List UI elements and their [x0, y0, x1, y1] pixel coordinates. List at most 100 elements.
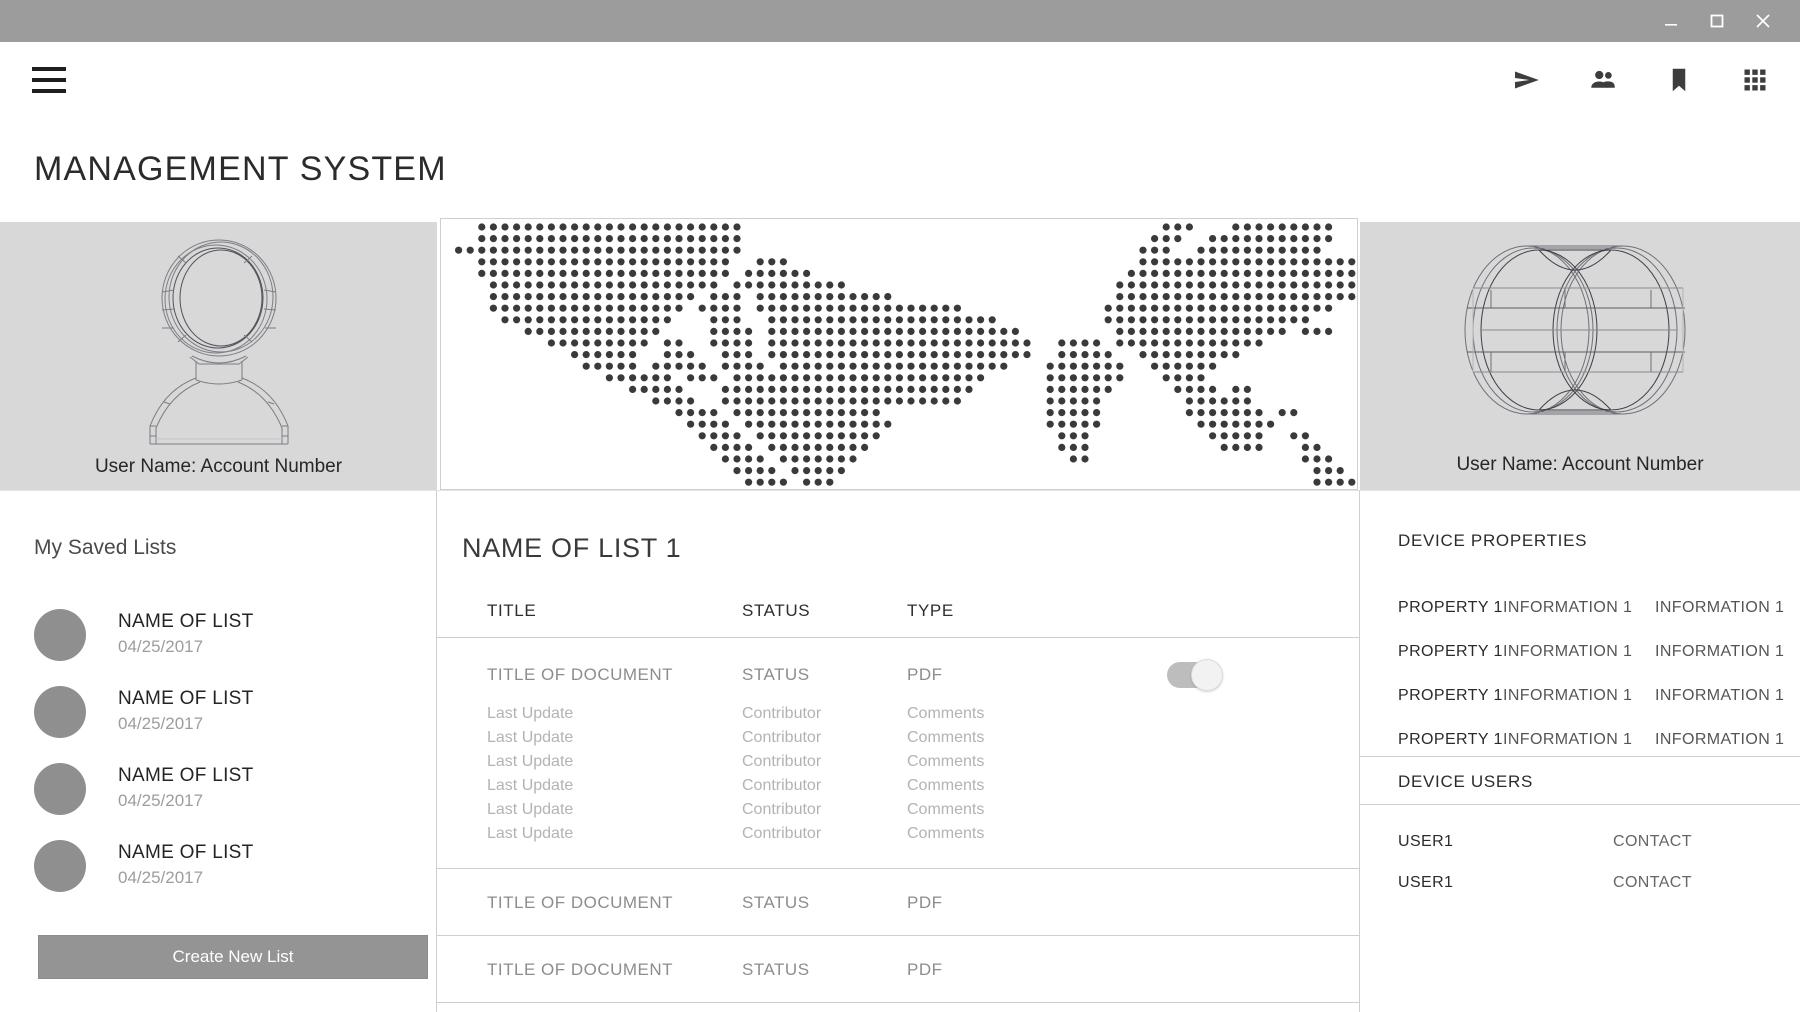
sub-row: Last Update Contributor Comments — [437, 750, 1360, 774]
people-icon[interactable] — [1586, 63, 1620, 97]
column-header-title[interactable]: TITLE — [437, 601, 742, 621]
window-titlebar — [0, 0, 1800, 42]
sub-row: Last Update Contributor Comments — [437, 798, 1360, 822]
sub-cell-comments: Comments — [907, 825, 985, 842]
document-table: TITLE STATUS TYPE TITLE OF DOCUMENT STATU… — [437, 601, 1360, 1003]
sub-cell-comments: Comments — [907, 777, 985, 794]
app-bar-actions — [1510, 63, 1772, 97]
hamburger-menu-icon[interactable] — [32, 67, 66, 93]
table-body: TITLE OF DOCUMENT STATUS PDF Last Update Con… — [437, 638, 1360, 1003]
property-row: PROPERTY 1 INFORMATION 1 INFORMATION 1 — [1398, 630, 1798, 674]
saved-list-date: 04/25/2017 — [118, 791, 204, 810]
bottom-band: My Saved Lists NAME OF LIST 04/25/2017 NAM… — [0, 490, 1800, 1012]
saved-list-item[interactable]: NAME OF LIST 04/25/2017 — [34, 673, 414, 750]
property-info-2: INFORMATION 1 — [1655, 731, 1785, 748]
saved-list-text: NAME OF LIST 04/25/2017 — [118, 763, 254, 813]
property-name: PROPERTY 1 — [1398, 643, 1503, 660]
sub-cell-contributor: Contributor — [742, 729, 822, 746]
saved-list-name: NAME OF LIST — [118, 765, 254, 787]
property-info-2: INFORMATION 1 — [1655, 599, 1785, 616]
sub-cell-comments: Comments — [907, 801, 985, 818]
sub-cell-contributor: Contributor — [742, 705, 822, 722]
property-name: PROPERTY 1 — [1398, 599, 1503, 616]
saved-list-date: 04/25/2017 — [118, 714, 204, 733]
table-row-main: TITLE OF DOCUMENT STATUS PDF — [437, 659, 1360, 691]
minimize-icon — [1665, 24, 1677, 26]
table-header-row: TITLE STATUS TYPE — [437, 601, 1360, 638]
sub-cell-contributor: Contributor — [742, 753, 822, 770]
account-caption: User Name: Account Number — [94, 456, 343, 477]
saved-list-item[interactable]: NAME OF LIST 04/25/2017 — [34, 750, 414, 827]
section-divider — [1360, 756, 1800, 757]
row-toggle-switch[interactable] — [1167, 659, 1223, 691]
sub-cell-last-update: Last Update — [487, 825, 574, 842]
device-card: User Name: Account Number — [1360, 222, 1800, 490]
saved-list-date: 04/25/2017 — [118, 637, 204, 656]
cell-status: STATUS — [742, 893, 810, 912]
cell-status: STATUS — [742, 665, 810, 684]
cell-title: TITLE OF DOCUMENT — [487, 893, 674, 912]
cell-title: TITLE OF DOCUMENT — [487, 665, 674, 684]
maximize-button[interactable] — [1694, 0, 1740, 42]
top-band: User Name: Account Number User Name: Acc… — [0, 218, 1800, 490]
cell-status: STATUS — [742, 960, 810, 979]
property-row: PROPERTY 1 INFORMATION 1 INFORMATION 1 — [1398, 674, 1798, 718]
sub-cell-comments: Comments — [907, 753, 985, 770]
saved-lists-panel: My Saved Lists NAME OF LIST 04/25/2017 NAM… — [0, 490, 437, 1012]
close-button[interactable] — [1740, 0, 1786, 42]
user-row[interactable]: USER1 CONTACT — [1398, 862, 1798, 903]
saved-list-text: NAME OF LIST 04/25/2017 — [118, 686, 254, 736]
section-divider — [1360, 804, 1800, 805]
page-title: MANAGEMENT SYSTEM — [34, 150, 447, 188]
column-header-type[interactable]: TYPE — [907, 601, 1167, 621]
cell-type: PDF — [907, 665, 943, 684]
user-contact: CONTACT — [1613, 832, 1692, 850]
user-name: USER1 — [1398, 873, 1454, 891]
world-map-card — [440, 218, 1358, 490]
list-title: NAME OF LIST 1 — [462, 533, 682, 563]
saved-lists-heading: My Saved Lists — [34, 536, 177, 559]
device-users-heading: DEVICE USERS — [1398, 772, 1533, 791]
table-row[interactable]: TITLE OF DOCUMENT STATUS PDF Last Update Con… — [437, 638, 1360, 869]
wireframe-person-icon — [0, 230, 437, 445]
device-properties-rows: PROPERTY 1 INFORMATION 1 INFORMATION 1 PROP… — [1398, 586, 1798, 762]
saved-list-item[interactable]: NAME OF LIST 04/25/2017 — [34, 827, 414, 904]
table-row-main: TITLE OF DOCUMENT STATUS PDF — [437, 960, 1360, 980]
list-avatar — [34, 762, 86, 815]
bookmark-icon[interactable] — [1662, 63, 1696, 97]
wireframe-cylinder-icon — [1360, 230, 1800, 430]
property-info-1: INFORMATION 1 — [1503, 687, 1633, 704]
cell-toggle — [1167, 659, 1357, 691]
table-row[interactable]: TITLE OF DOCUMENT STATUS PDF — [437, 936, 1360, 1003]
list-avatar — [34, 608, 86, 661]
device-caption: User Name: Account Number — [1456, 454, 1704, 475]
sub-cell-comments: Comments — [907, 729, 985, 746]
cell-title: TITLE OF DOCUMENT — [487, 960, 674, 979]
sub-cell-last-update: Last Update — [487, 777, 574, 794]
sub-cell-last-update: Last Update — [487, 729, 574, 746]
table-row-main: TITLE OF DOCUMENT STATUS PDF — [437, 893, 1360, 913]
sub-row: Last Update Contributor Comments — [437, 702, 1360, 726]
dotted-world-map — [455, 223, 1356, 486]
sub-cell-contributor: Contributor — [742, 801, 822, 818]
sub-row-group: Last Update Contributor Comments Last Updat… — [437, 702, 1360, 846]
column-header-status[interactable]: STATUS — [742, 601, 907, 621]
device-users-rows: USER1 CONTACT USER1 CONTACT — [1398, 821, 1798, 903]
create-new-list-button[interactable]: Create New List — [38, 935, 428, 979]
saved-list-name: NAME OF LIST — [118, 611, 254, 633]
property-row: PROPERTY 1 INFORMATION 1 INFORMATION 1 — [1398, 586, 1798, 630]
sub-row: Last Update Contributor Comments — [437, 774, 1360, 798]
cell-type: PDF — [907, 893, 943, 912]
saved-list-item[interactable]: NAME OF LIST 04/25/2017 — [34, 596, 414, 673]
table-row[interactable]: TITLE OF DOCUMENT STATUS PDF — [437, 869, 1360, 936]
send-icon[interactable] — [1510, 63, 1544, 97]
device-properties-heading: DEVICE PROPERTIES — [1398, 531, 1588, 550]
sub-row: Last Update Contributor Comments — [437, 726, 1360, 750]
user-row[interactable]: USER1 CONTACT — [1398, 821, 1798, 862]
property-info-1: INFORMATION 1 — [1503, 599, 1633, 616]
column-header-spacer — [1167, 601, 1357, 621]
document-list-panel: NAME OF LIST 1 TITLE STATUS TYPE TITLE O… — [437, 490, 1360, 1012]
maximize-icon — [1710, 14, 1724, 28]
apps-grid-icon[interactable] — [1738, 63, 1772, 97]
minimize-button[interactable] — [1648, 0, 1694, 42]
